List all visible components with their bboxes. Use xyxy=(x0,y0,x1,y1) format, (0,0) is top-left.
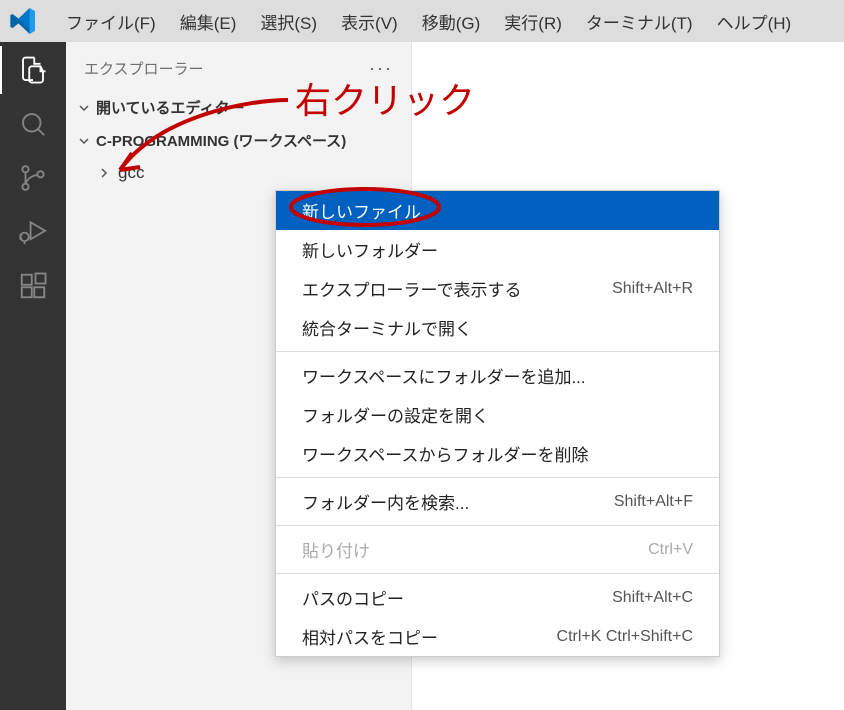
run-debug-icon[interactable] xyxy=(15,214,51,250)
context-menu-item[interactable]: 統合ターミナルで開く xyxy=(276,308,719,347)
annotation-circle xyxy=(285,185,445,229)
context-menu-divider xyxy=(276,573,719,574)
menu-run[interactable]: 実行(R) xyxy=(494,5,572,38)
context-menu-shortcut: Shift+Alt+R xyxy=(612,280,693,298)
context-menu-item-label: エクスプローラーで表示する xyxy=(302,276,521,301)
menu-edit[interactable]: 編集(E) xyxy=(170,5,247,38)
context-menu-divider xyxy=(276,525,719,526)
context-menu: 新しいファイル新しいフォルダーエクスプローラーで表示するShift+Alt+R統… xyxy=(275,190,720,657)
context-menu-item[interactable]: フォルダーの設定を開く xyxy=(276,395,719,434)
context-menu-item-label: ワークスペースからフォルダーを削除 xyxy=(302,441,588,466)
menu-selection[interactable]: 選択(S) xyxy=(250,5,327,38)
context-menu-shortcut: Ctrl+K Ctrl+Shift+C xyxy=(557,628,693,646)
context-menu-divider xyxy=(276,351,719,352)
context-menu-divider xyxy=(276,477,719,478)
context-menu-item-label: 統合ターミナルで開く xyxy=(302,315,472,340)
context-menu-item[interactable]: 相対パスをコピー Ctrl+K Ctrl+Shift+C xyxy=(276,617,719,656)
menu-file[interactable]: ファイル(F) xyxy=(56,5,166,38)
context-menu-shortcut: Ctrl+V xyxy=(648,541,693,559)
context-menu-item[interactable]: エクスプローラーで表示する Shift+Alt+R xyxy=(276,269,719,308)
menu-go[interactable]: 移動(G) xyxy=(412,5,491,38)
explorer-icon[interactable] xyxy=(15,52,51,88)
titlebar: ファイル(F) 編集(E) 選択(S) 表示(V) 移動(G) 実行(R) ター… xyxy=(0,0,844,42)
chevron-down-icon xyxy=(76,133,92,149)
activity-bar xyxy=(0,42,66,710)
context-menu-item[interactable]: ワークスペースにフォルダーを追加... xyxy=(276,356,719,395)
annotation-arrow xyxy=(110,95,300,185)
context-menu-shortcut: Shift+Alt+F xyxy=(614,493,693,511)
menu-bar: ファイル(F) 編集(E) 選択(S) 表示(V) 移動(G) 実行(R) ター… xyxy=(56,5,801,38)
context-menu-item-label: 相対パスをコピー xyxy=(302,624,438,649)
context-menu-item[interactable]: ワークスペースからフォルダーを削除 xyxy=(276,434,719,473)
context-menu-item-label: 貼り付け xyxy=(302,537,370,562)
context-menu-item-label: ワークスペースにフォルダーを追加... xyxy=(302,363,586,388)
context-menu-item-label: フォルダーの設定を開く xyxy=(302,402,489,427)
menu-terminal[interactable]: ターミナル(T) xyxy=(576,5,703,38)
context-menu-item[interactable]: 新しいフォルダー xyxy=(276,230,719,269)
extensions-icon[interactable] xyxy=(15,268,51,304)
context-menu-item-label: パスのコピー xyxy=(302,585,404,610)
context-menu-item[interactable]: パスのコピー Shift+Alt+C xyxy=(276,578,719,617)
context-menu-item: 貼り付け Ctrl+V xyxy=(276,530,719,569)
context-menu-item[interactable]: フォルダー内を検索... Shift+Alt+F xyxy=(276,482,719,521)
context-menu-item-label: 新しいフォルダー xyxy=(302,237,438,262)
context-menu-item-label: フォルダー内を検索... xyxy=(302,489,469,514)
source-control-icon[interactable] xyxy=(15,160,51,196)
search-icon[interactable] xyxy=(15,106,51,142)
menu-view[interactable]: 表示(V) xyxy=(331,5,408,38)
chevron-down-icon xyxy=(76,100,92,116)
sidebar-title: エクスプローラー xyxy=(84,58,204,79)
menu-help[interactable]: ヘルプ(H) xyxy=(707,5,802,38)
annotation-text: 右クリック xyxy=(295,72,475,124)
vscode-icon xyxy=(8,7,36,35)
context-menu-shortcut: Shift+Alt+C xyxy=(612,589,693,607)
